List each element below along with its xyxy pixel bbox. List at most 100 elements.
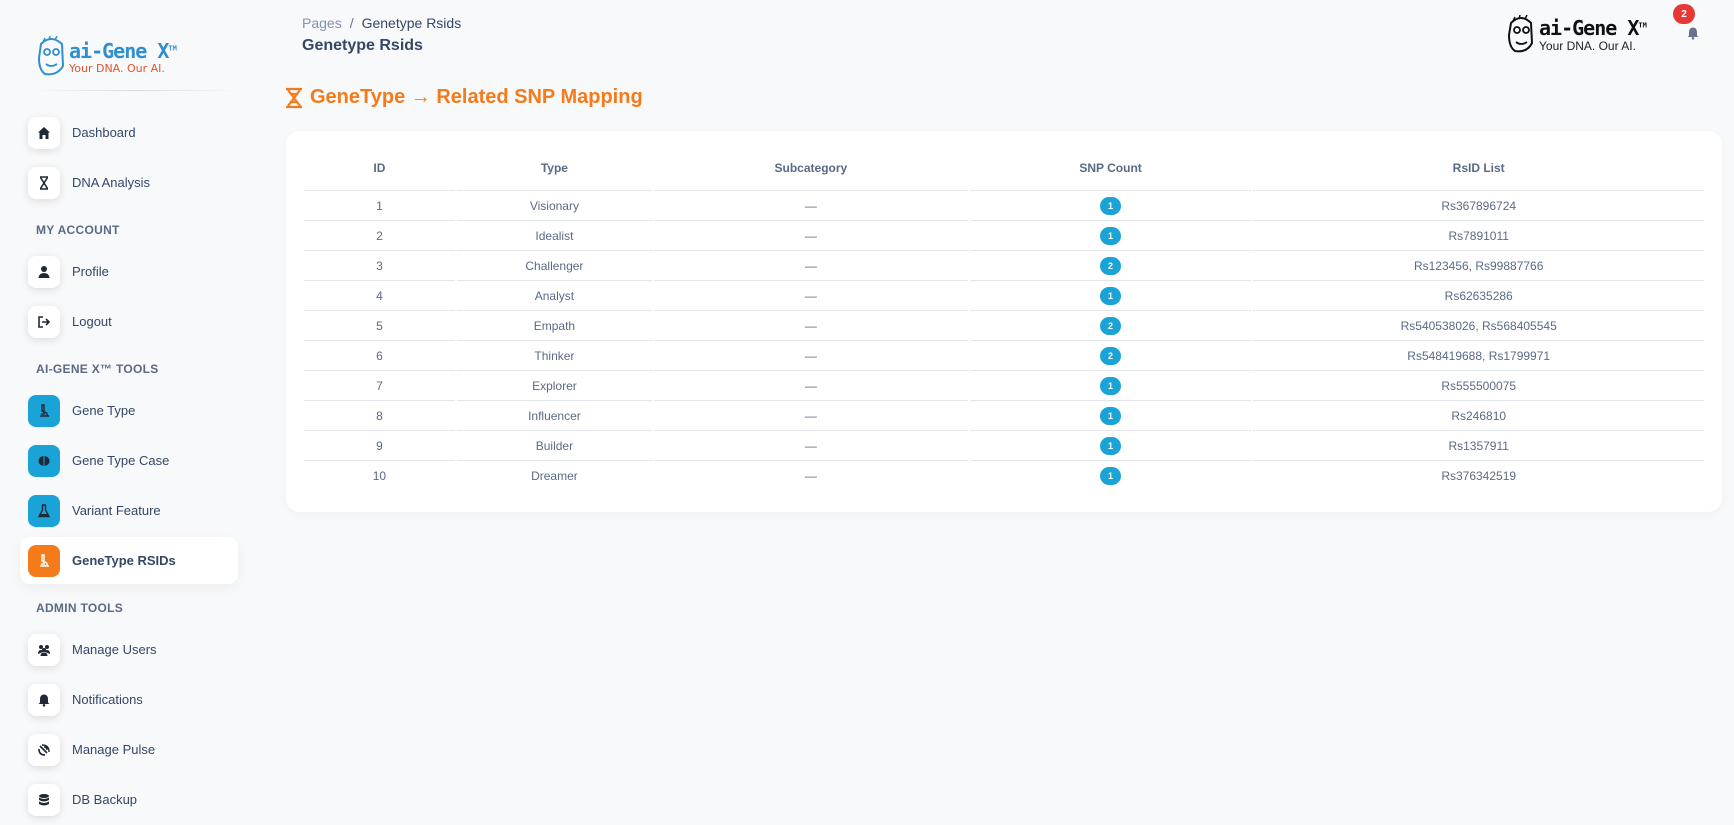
sidebar-item-gene-type[interactable]: Gene Type xyxy=(20,387,238,434)
cell-rsid-list: Rs123456, Rs99887766 xyxy=(1253,251,1704,281)
cell-subcategory: — xyxy=(804,469,817,483)
snp-count-badge: 1 xyxy=(1100,406,1122,425)
column-header-snp-count[interactable]: SNP Count xyxy=(969,145,1252,191)
breadcrumb: Pages / Genetype Rsids xyxy=(302,15,461,31)
microscope-icon xyxy=(28,394,60,427)
flask-icon xyxy=(28,494,60,527)
cell-id: 7 xyxy=(304,371,455,401)
satellite-icon xyxy=(28,733,60,766)
table-row[interactable]: 5 Empath — 2 Rs540538026, Rs568405545 xyxy=(304,311,1704,341)
table-row[interactable]: 9 Builder — 1 Rs1357911 xyxy=(304,431,1704,461)
cell-subcategory: — xyxy=(653,401,968,431)
snp-count-badge: 1 xyxy=(1100,376,1122,395)
sidebar-item-dashboard[interactable]: Dashboard xyxy=(20,109,238,156)
section-heading: GeneType → Related SNP Mapping xyxy=(284,86,643,109)
header-logo[interactable]: ai-Gene XTM Your DNA. Our AI. xyxy=(1506,14,1651,56)
dna-icon xyxy=(28,166,60,199)
sidebar-item-label: Gene Type Case xyxy=(72,453,170,468)
cell-snp-count: 1 xyxy=(969,281,1252,311)
cell-rsid-list: Rs555500075 xyxy=(1253,371,1704,401)
snp-count-badge: 2 xyxy=(1100,256,1122,275)
cell-id: 10 xyxy=(372,469,387,483)
cell-snp-count: 1 xyxy=(969,371,1252,401)
cell-rsid-list: Rs367896724 xyxy=(1253,191,1704,221)
snp-count-badge: 1 xyxy=(1100,226,1122,245)
cell-type: Visionary xyxy=(456,191,652,221)
dna-icon xyxy=(286,87,302,108)
cell-rsid-list: Rs376342519 xyxy=(1441,469,1517,483)
column-header-subcategory[interactable]: Subcategory xyxy=(653,145,968,191)
sidebar-item-db-backup[interactable]: DB Backup xyxy=(20,776,238,823)
sidebar-item-manage-pulse[interactable]: Manage Pulse xyxy=(20,726,238,773)
header-logo-tagline: Your DNA. Our AI. xyxy=(1539,39,1636,53)
sidebar-item-manage-users[interactable]: Manage Users xyxy=(20,626,238,673)
cell-subcategory: — xyxy=(653,311,968,341)
cell-subcategory: — xyxy=(653,251,968,281)
cell-id: 5 xyxy=(304,311,455,341)
cell-id: 2 xyxy=(304,221,455,251)
cell-snp-count: 1 xyxy=(969,221,1252,251)
sidebar-item-label: Notifications xyxy=(72,692,143,707)
sidebar-item-label: Manage Pulse xyxy=(72,742,156,757)
cell-rsid-list: Rs246810 xyxy=(1253,401,1704,431)
column-header-type[interactable]: Type xyxy=(456,145,652,191)
section-admin-tools: ADMIN TOOLS xyxy=(36,601,124,615)
table-row[interactable]: 10 Dreamer — 1 Rs376342519 xyxy=(304,461,1704,491)
table-row[interactable]: 3 Challenger — 2 Rs123456, Rs99887766 xyxy=(304,251,1704,281)
sidebar-item-notifications[interactable]: Notifications xyxy=(20,676,238,723)
microscope-icon xyxy=(28,544,60,577)
cell-rsid-list: Rs548419688, Rs1799971 xyxy=(1253,341,1704,371)
table-row[interactable]: 7 Explorer — 1 Rs555500075 xyxy=(304,371,1704,401)
home-icon xyxy=(28,116,60,149)
database-icon xyxy=(28,783,60,816)
sidebar-item-label: DNA Analysis xyxy=(72,175,151,190)
table-row[interactable]: 8 Influencer — 1 Rs246810 xyxy=(304,401,1704,431)
cell-subcategory: — xyxy=(653,371,968,401)
sidebar-item-gene-type-case[interactable]: Gene Type Case xyxy=(20,437,238,484)
cell-id: 3 xyxy=(304,251,455,281)
cell-subcategory: — xyxy=(653,431,968,461)
breadcrumb-root[interactable]: Pages xyxy=(302,15,342,31)
snp-mapping-card: ID Type Subcategory SNP Count RsID List … xyxy=(286,131,1722,512)
sidebar-item-label: Logout xyxy=(72,314,112,329)
cell-snp-count: 1 xyxy=(969,431,1252,461)
section-heading-text: GeneType → Related SNP Mapping xyxy=(310,86,643,108)
brand-tagline: Your DNA. Our AI. xyxy=(69,61,165,75)
snp-count-badge: 1 xyxy=(1100,467,1122,485)
column-header-rsid-list[interactable]: RsID List xyxy=(1253,145,1704,191)
cell-type: Dreamer xyxy=(531,469,578,483)
snp-count-badge: 1 xyxy=(1100,436,1122,455)
sidebar-item-genetype-rsids[interactable]: GeneType RSIDs xyxy=(20,537,238,584)
table-row[interactable]: 4 Analyst — 1 Rs62635286 xyxy=(304,281,1704,311)
sidebar-item-label: DB Backup xyxy=(72,792,138,807)
cell-snp-count: 2 xyxy=(969,311,1252,341)
cell-id: 1 xyxy=(304,191,455,221)
notification-count-badge: 2 xyxy=(1673,4,1695,24)
sidebar-item-dna-analysis[interactable]: DNA Analysis xyxy=(20,159,238,206)
notification-bell-icon[interactable] xyxy=(1686,26,1700,40)
cell-id: 8 xyxy=(304,401,455,431)
column-header-id[interactable]: ID xyxy=(304,145,455,191)
cell-type: Challenger xyxy=(456,251,652,281)
sidebar: ai-Gene XTM Your DNA. Our AI. Dashboard … xyxy=(0,0,250,825)
breadcrumb-current: Genetype Rsids xyxy=(361,15,462,31)
snp-count-badge: 2 xyxy=(1100,346,1122,365)
cell-snp-count: 1 xyxy=(969,191,1252,221)
users-icon xyxy=(28,633,60,666)
breadcrumb-separator: / xyxy=(349,15,354,31)
table-row[interactable]: 1 Visionary —1 Rs367896724 xyxy=(304,191,1704,221)
cell-subcategory: — xyxy=(653,281,968,311)
sidebar-item-label: Manage Users xyxy=(72,642,157,657)
sidebar-item-profile[interactable]: Profile xyxy=(20,248,238,295)
cell-id: 9 xyxy=(304,431,455,461)
brain-icon xyxy=(28,444,60,477)
sidebar-item-logout[interactable]: Logout xyxy=(20,298,238,345)
section-my-account: MY ACCOUNT xyxy=(36,223,120,237)
sidebar-item-variant-feature[interactable]: Variant Feature xyxy=(20,487,238,534)
table-row[interactable]: 6 Thinker — 2 Rs548419688, Rs1799971 xyxy=(304,341,1704,371)
brand-logo[interactable]: ai-Gene XTM Your DNA. Our AI. xyxy=(35,34,185,80)
sidebar-item-label: Dashboard xyxy=(72,125,136,140)
cell-type: Empath xyxy=(456,311,652,341)
table-row[interactable]: 2 Idealist — 1 Rs7891011 xyxy=(304,221,1704,251)
cell-type: Thinker xyxy=(456,341,652,371)
